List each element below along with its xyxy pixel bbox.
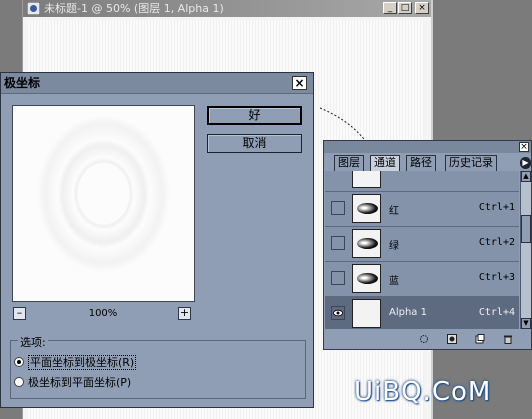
channel-thumbnail	[352, 194, 381, 223]
palette-titlebar[interactable]: ×	[324, 141, 531, 153]
cancel-button[interactable]: 取消	[207, 134, 302, 153]
channel-scrollbar[interactable]: ▲ ▼	[520, 171, 531, 329]
new-channel-icon[interactable]	[475, 334, 485, 344]
ok-button[interactable]: 好	[207, 106, 302, 125]
options-label: 选项:	[18, 334, 48, 350]
scroll-down-icon[interactable]: ▼	[521, 318, 531, 329]
radio-label: 极坐标到平面坐标(P)	[28, 376, 132, 389]
watermark: UiBQ.CoM	[354, 377, 492, 407]
zoom-in-button[interactable]: +	[178, 307, 191, 320]
scroll-thumb[interactable]	[521, 215, 531, 243]
document-title: 未标题-1 @ 50% (图层 1, Alpha 1)	[44, 2, 224, 15]
dialog-title: 极坐标	[4, 76, 41, 90]
channels-palette: × 图层 通道 路径 历史记录 ▶ 红 Ctrl+1 绿 Ctrl+2 蓝 Ct…	[323, 140, 532, 350]
trash-icon[interactable]	[503, 334, 513, 344]
scroll-up-icon[interactable]: ▲	[521, 171, 531, 182]
radio-selected-icon	[14, 357, 24, 367]
photoshop-doc-icon	[27, 2, 40, 15]
channel-thumbnail	[352, 299, 381, 328]
tab-history[interactable]: 历史记录	[445, 155, 497, 171]
channel-row-alpha1[interactable]: Alpha 1 Ctrl+4	[325, 297, 519, 329]
palette-close-button[interactable]: ×	[519, 142, 529, 152]
channel-name: 蓝	[389, 276, 399, 287]
channel-row-blue[interactable]: 蓝 Ctrl+3	[325, 262, 519, 297]
zoom-level: 100%	[88, 308, 118, 319]
palette-footer	[324, 331, 531, 349]
channel-name: Alpha 1	[389, 307, 427, 318]
eye-icon	[333, 309, 343, 317]
load-selection-icon[interactable]	[419, 334, 429, 344]
minimize-button[interactable]: _	[383, 2, 397, 14]
channel-row-red[interactable]: 红 Ctrl+1	[325, 192, 519, 227]
channel-thumbnail	[352, 264, 381, 293]
channel-thumbnail	[352, 171, 381, 188]
visibility-toggle[interactable]	[331, 236, 345, 250]
filter-preview[interactable]	[12, 105, 195, 302]
radio-rectangular-to-polar[interactable]: 平面坐标到极坐标(R)	[14, 354, 137, 370]
dialog-close-button[interactable]: ×	[292, 76, 307, 90]
radio-unselected-icon	[14, 377, 24, 387]
polar-coordinates-dialog: 极坐标 × – 100% + 好 取消 选项: 平面坐标到极坐标(R) 极坐标到…	[0, 72, 314, 408]
visibility-toggle[interactable]	[331, 201, 345, 215]
channel-thumbnail	[352, 229, 381, 258]
radio-polar-to-rectangular[interactable]: 极坐标到平面坐标(P)	[14, 374, 131, 390]
channel-name: 绿	[389, 241, 399, 252]
document-titlebar[interactable]: 未标题-1 @ 50% (图层 1, Alpha 1) _ □ ×	[23, 0, 431, 17]
channel-shortcut: Ctrl+3	[478, 272, 515, 283]
channel-list: 红 Ctrl+1 绿 Ctrl+2 蓝 Ctrl+3 Alpha 1 Ctrl+…	[325, 171, 519, 329]
save-selection-icon[interactable]	[447, 334, 457, 344]
visibility-toggle[interactable]	[331, 306, 345, 320]
close-button[interactable]: ×	[415, 2, 429, 14]
dialog-titlebar[interactable]: 极坐标 ×	[1, 73, 313, 94]
channel-row-partial[interactable]	[325, 171, 519, 192]
maximize-button[interactable]: □	[398, 2, 412, 14]
tab-paths[interactable]: 路径	[406, 155, 436, 171]
channel-name: 红	[389, 206, 399, 217]
radio-label: 平面坐标到极坐标(R)	[28, 355, 137, 370]
tab-layers[interactable]: 图层	[334, 155, 364, 171]
channel-shortcut: Ctrl+2	[478, 237, 515, 248]
channel-row-green[interactable]: 绿 Ctrl+2	[325, 227, 519, 262]
zoom-out-button[interactable]: –	[13, 307, 26, 320]
channel-shortcut: Ctrl+1	[478, 202, 515, 213]
channel-shortcut: Ctrl+4	[478, 307, 515, 318]
palette-menu-icon[interactable]: ▶	[520, 157, 531, 169]
visibility-toggle[interactable]	[331, 271, 345, 285]
tab-channels[interactable]: 通道	[370, 155, 400, 171]
